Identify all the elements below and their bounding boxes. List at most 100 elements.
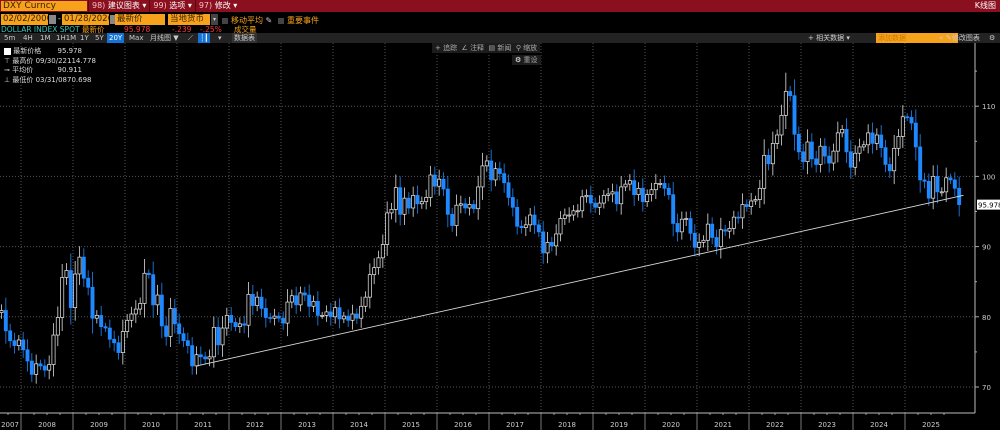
candle — [29, 353, 34, 383]
candle — [8, 323, 13, 348]
candle-body-up — [701, 239, 706, 243]
annotate-button[interactable]: ∠ 注释 — [462, 44, 485, 52]
candlestick-chart[interactable]: 70 80 90 100 110 2007 2008 2009 2010 2011 2012 2013… — [0, 43, 1000, 430]
suggested-charts-menu[interactable]: 98) 建议图表 ▾ — [88, 0, 149, 12]
pencil-icon[interactable]: ✎ — [266, 16, 273, 25]
track-button[interactable]: + 追踪 — [435, 44, 457, 52]
candle — [597, 195, 602, 216]
line-chart-icon[interactable]: ⟋ — [186, 33, 195, 43]
candle-body-up — [211, 326, 216, 358]
x-tick-label: 2020 — [662, 421, 680, 429]
candle — [73, 260, 78, 321]
x-tick-label: 2015 — [402, 421, 420, 429]
period-5y[interactable]: 5Y — [93, 33, 106, 43]
candle-body-up — [571, 210, 576, 216]
candle-body-up — [385, 212, 390, 245]
candle — [419, 196, 424, 209]
candle — [580, 189, 585, 218]
candle — [237, 317, 242, 333]
candle — [515, 199, 520, 235]
candle-body-down — [788, 91, 793, 97]
y-tick-label: 80 — [982, 314, 991, 322]
candle — [250, 284, 255, 316]
moving-average-label: 移动平均 — [231, 16, 263, 25]
data-table-button[interactable]: 数据表 — [232, 33, 257, 43]
period-1y[interactable]: 1Y — [78, 33, 91, 43]
candle — [25, 339, 30, 372]
legend-value: 95.978 — [57, 47, 83, 55]
candle — [112, 330, 117, 352]
chart-legend: 最新价格 95.978 ⊤ 最高价 09/30/22 114.778 ⊸ 平均价 90… — [4, 47, 96, 85]
start-date-input[interactable]: 02/02/2006 — [1, 14, 48, 25]
candle — [866, 124, 871, 154]
candle — [77, 246, 82, 285]
candle — [649, 182, 654, 202]
candle — [918, 134, 923, 193]
candle-body-down — [879, 134, 884, 148]
candle-body-up — [55, 317, 60, 336]
frequency-select[interactable]: 月线图 ▼ — [148, 33, 181, 43]
period-20y[interactable]: 20Y — [107, 33, 125, 43]
end-date-input[interactable]: 01/28/2026 — [62, 14, 109, 25]
zoom-button[interactable]: ⚲ 缩放 — [516, 44, 537, 52]
candle-body-up — [220, 327, 225, 346]
edit-chart-button[interactable]: ✎修改图表 — [944, 33, 982, 43]
chevron-down-icon[interactable]: ▾ — [211, 14, 218, 25]
candle — [536, 219, 541, 238]
edit-menu[interactable]: 97) 修改 ▾ — [194, 0, 240, 12]
candle — [463, 198, 468, 214]
candle-chart-icon[interactable]: ┆┃ — [198, 33, 211, 43]
annotate-label: 注释 — [470, 44, 485, 52]
options-menu[interactable]: 99) 选项 ▾ — [149, 0, 194, 12]
period-max[interactable]: Max — [127, 33, 145, 43]
period-5m[interactable]: 5m — [2, 33, 17, 43]
candle-body-up — [155, 294, 160, 306]
candle — [125, 313, 130, 338]
candle — [142, 259, 147, 318]
candle — [723, 224, 728, 237]
candle-body-down — [159, 294, 164, 327]
x-tick-label: 2011 — [194, 421, 212, 429]
period-1m[interactable]: 1M — [38, 33, 53, 43]
candle-body-down — [809, 141, 814, 160]
candle — [424, 189, 429, 210]
events-checkbox[interactable]: 重要事件 — [278, 15, 319, 26]
candle-body-up — [944, 177, 949, 193]
candle — [194, 346, 199, 375]
candle-body-down — [25, 349, 30, 362]
candle-body-down — [502, 173, 507, 184]
calendar-icon[interactable] — [49, 15, 56, 24]
candle — [541, 220, 546, 264]
candle — [619, 176, 624, 215]
candle-body-down — [497, 168, 502, 174]
candle-body-up — [389, 209, 394, 214]
candle — [788, 85, 793, 102]
reset-button[interactable]: ⚙ 重设 — [512, 55, 541, 65]
candle — [523, 216, 528, 237]
currency-select[interactable]: 当地货币 — [168, 14, 210, 25]
period-1h1m[interactable]: 1H1M — [54, 33, 78, 43]
candle — [42, 359, 47, 377]
candle — [155, 284, 160, 316]
candle-body-up — [931, 176, 936, 199]
candle — [879, 125, 884, 158]
candle-body-up — [480, 165, 485, 188]
ticker-input[interactable]: DXY Curncy — [1, 1, 87, 11]
field-select[interactable]: 最新价 — [115, 14, 165, 25]
candle-body-up — [896, 136, 901, 149]
candle-body-up — [289, 295, 294, 303]
period-4h[interactable]: 4H — [21, 33, 35, 43]
candle — [588, 185, 593, 213]
candle-body-down — [354, 313, 359, 319]
news-button[interactable]: ▤ 新闻 — [489, 44, 512, 52]
y-tick-label: 100 — [982, 173, 995, 181]
chart-type-title: K线图 — [974, 1, 996, 10]
candle-body-down — [692, 232, 697, 248]
y-tick-label: 70 — [982, 384, 991, 392]
candle-body-down — [281, 317, 286, 324]
candle — [554, 224, 559, 256]
related-data-button[interactable]: + 相关数据 ▾ — [806, 33, 852, 43]
candle-body-up — [831, 150, 836, 164]
chevron-down-icon[interactable]: ▾ — [216, 33, 224, 43]
gear-icon[interactable]: ⚙ — [987, 33, 997, 43]
